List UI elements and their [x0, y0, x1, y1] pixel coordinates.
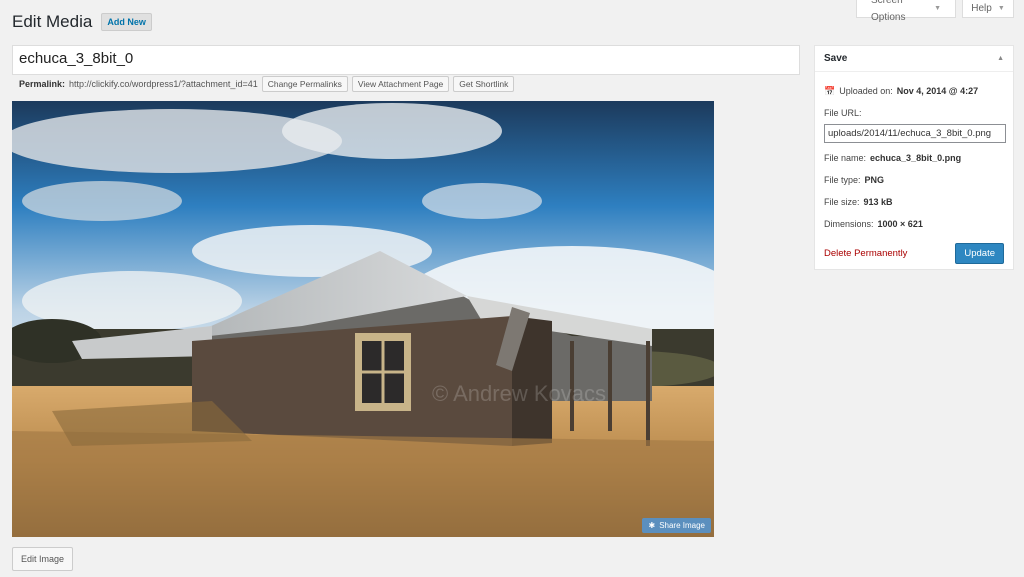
uploaded-on-row: 📅 Uploaded on: Nov 4, 2014 @ 4:27: [824, 80, 1004, 102]
house-photo: © Andrew Kovacs: [12, 101, 714, 537]
calendar-icon: 📅: [824, 85, 836, 96]
screen-options-label: Screen Options: [871, 0, 906, 23]
permalink-label: Permalink:: [19, 78, 66, 89]
delete-permanently-link[interactable]: Delete Permanently: [824, 248, 907, 259]
share-icon: ✱: [648, 521, 656, 530]
uploaded-value: Nov 4, 2014 @ 4:27: [896, 86, 979, 96]
file-url-label-row: File URL:: [824, 102, 1004, 124]
add-new-button[interactable]: Add New: [101, 13, 152, 31]
dimensions-row: Dimensions: 1000 × 621: [824, 213, 1004, 235]
watermark-text: © Andrew Kovacs: [432, 381, 606, 406]
screen-options-tab[interactable]: Screen Options ▼: [856, 0, 956, 23]
save-box-header[interactable]: Save ▲: [815, 46, 1013, 72]
file-type-value: PNG: [864, 175, 885, 185]
edit-image-button[interactable]: Edit Image: [12, 547, 74, 571]
change-permalinks-button[interactable]: Change Permalinks: [261, 75, 348, 92]
caret-down-icon: ▼: [934, 5, 941, 12]
share-image-label: Share Image: [659, 521, 705, 530]
file-type-row: File type: PNG: [824, 169, 1004, 191]
view-attachment-page-button[interactable]: View Attachment Page: [351, 75, 450, 92]
file-size-label: File size:: [824, 197, 860, 207]
media-image: © Andrew Kovacs ✱ Share Image: [12, 101, 714, 537]
caret-down-icon: ▼: [997, 5, 1005, 12]
save-box-body: 📅 Uploaded on: Nov 4, 2014 @ 4:27 File U…: [815, 72, 1013, 272]
page-title: Edit Media: [12, 12, 93, 31]
uploaded-label: Uploaded on:: [839, 86, 893, 96]
permalink-url[interactable]: http://clickify.co/wordpress1/?attachmen…: [69, 79, 258, 89]
media-title-input[interactable]: echuca_3_8bit_0: [12, 45, 800, 75]
file-name-value: echuca_3_8bit_0.png: [870, 153, 962, 163]
file-name-label: File name:: [824, 153, 867, 163]
update-button[interactable]: Update: [955, 243, 1004, 264]
get-shortlink-button[interactable]: Get Shortlink: [453, 75, 515, 92]
save-box-actions: Delete Permanently Update: [824, 243, 1004, 264]
page-header: Edit Media Add New: [12, 12, 152, 32]
screen-meta-links: Screen Options ▼ Help ▼: [856, 0, 1014, 23]
help-label: Help: [971, 3, 992, 14]
file-size-row: File size: 913 kB: [824, 191, 1004, 213]
file-url-label: File URL:: [824, 108, 862, 118]
dimensions-label: Dimensions:: [824, 219, 874, 229]
file-name-row: File name: echuca_3_8bit_0.png: [824, 147, 1004, 169]
help-tab[interactable]: Help ▼: [962, 0, 1014, 18]
save-box-title: Save: [824, 53, 848, 64]
file-type-label: File type:: [824, 175, 861, 185]
permalink-row: Permalink: http://clickify.co/wordpress1…: [19, 75, 515, 92]
toggle-arrow-icon[interactable]: ▲: [997, 55, 1004, 62]
dimensions-value: 1000 × 621: [877, 219, 923, 229]
file-size-value: 913 kB: [863, 197, 893, 207]
share-image-button[interactable]: ✱ Share Image: [642, 518, 711, 533]
file-url-field[interactable]: uploads/2014/11/echuca_3_8bit_0.png: [824, 124, 1006, 143]
save-metabox: Save ▲ 📅 Uploaded on: Nov 4, 2014 @ 4:27…: [814, 45, 1014, 270]
